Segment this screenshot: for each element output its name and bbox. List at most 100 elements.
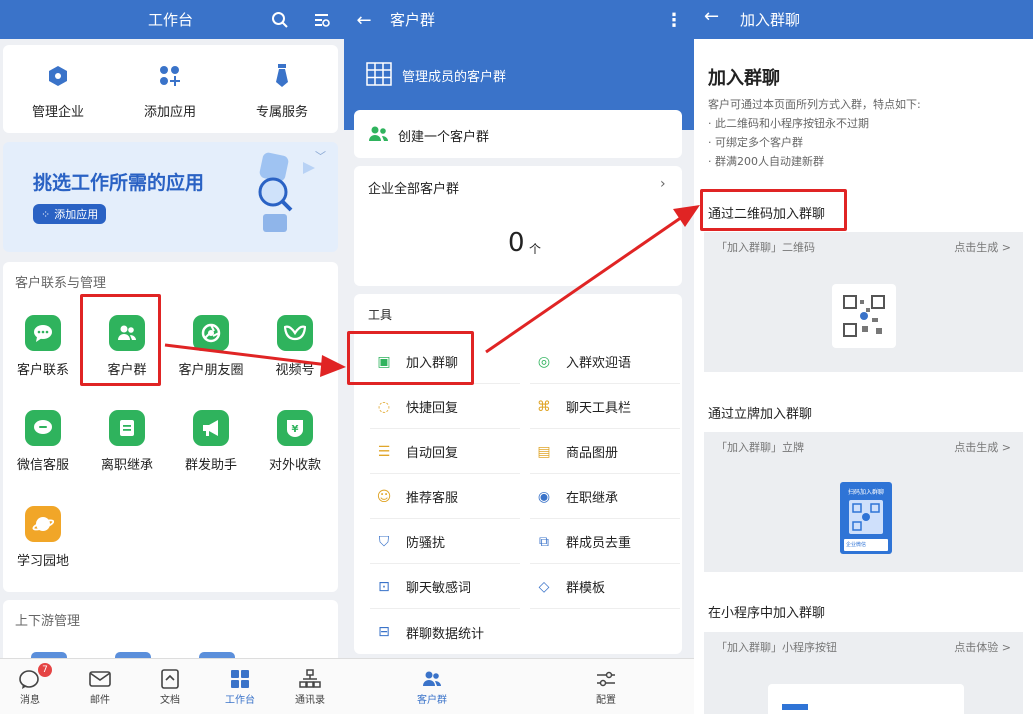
tool-group-template[interactable]: ◇ 群模板 bbox=[530, 565, 680, 609]
promo-banner[interactable]: 挑选工作所需的应用 ⁘ 添加应用 ﹀ bbox=[3, 142, 338, 252]
mini-program-row[interactable]: 「加入群聊」小程序按钮 点击体验 > bbox=[704, 632, 1023, 662]
tab-customer-group[interactable]: 客户群 bbox=[404, 667, 460, 706]
mini-program-button[interactable] bbox=[782, 704, 808, 710]
standee-row[interactable]: 「加入群聊」立牌 点击生成 > bbox=[704, 432, 1023, 462]
workbench-icon bbox=[212, 667, 268, 691]
sensitive-icon: ⊡ bbox=[378, 578, 390, 595]
standee-preview: 扫码加入群聊 企业微信 bbox=[704, 462, 1023, 572]
filter-settings-icon[interactable] bbox=[310, 8, 334, 32]
section-title: 客户联系与管理 bbox=[15, 276, 107, 291]
grid-table-icon bbox=[366, 61, 392, 87]
description: 客户可通过本页面所列方式入群，特点如下: bbox=[708, 98, 921, 111]
header-subtitle: 管理成员的客户群 bbox=[402, 70, 507, 85]
app-wechat-service[interactable]: 微信客服 bbox=[0, 410, 86, 473]
tool-auto-reply[interactable]: ☰ 自动回复 bbox=[370, 430, 520, 474]
back-arrow-icon[interactable]: ← bbox=[704, 6, 719, 27]
more-vertical-icon[interactable]: ⋮ bbox=[662, 8, 686, 32]
customer-group-panel: ← 客户群 ⋮ 管理成员的客户群 创建一个客户群 企业全部客户群 › 0 个 工… bbox=[344, 0, 694, 714]
banner-add-app-button[interactable]: ⁘ 添加应用 bbox=[33, 204, 107, 224]
qr-code-row[interactable]: 「加入群聊」二维码 点击生成 > bbox=[704, 232, 1023, 262]
planet-icon bbox=[25, 506, 61, 542]
yuan-shield-icon: ¥ bbox=[277, 410, 313, 446]
back-arrow-icon[interactable]: ← bbox=[352, 8, 376, 32]
tab-mail[interactable]: 邮件 bbox=[72, 667, 128, 706]
method-item: 「加入群聊」小程序按钮 bbox=[716, 641, 837, 654]
app-label: 客户朋友圈 bbox=[178, 363, 244, 378]
tools-title: 工具 bbox=[368, 308, 393, 322]
quick-actions-card: 管理企业 添加应用 专属服务 bbox=[3, 45, 338, 133]
tab-config[interactable]: 配置 bbox=[578, 667, 634, 706]
chevron-down-icon[interactable]: ﹀ bbox=[315, 148, 326, 164]
create-group-button[interactable]: 创建一个客户群 bbox=[354, 110, 682, 158]
inherit-icon: ◉ bbox=[537, 488, 551, 505]
page-title: 工作台 bbox=[148, 11, 194, 29]
app-customer-group[interactable]: 客户群 bbox=[84, 315, 170, 378]
tool-sensitive-words[interactable]: ⊡ 聊天敏感词 bbox=[370, 565, 520, 609]
settings-sliders-icon bbox=[578, 667, 634, 691]
grid-icon: ⁘ bbox=[41, 207, 51, 221]
page-title: 客户群 bbox=[390, 11, 436, 29]
app-customer-contact[interactable]: 客户联系 bbox=[0, 315, 86, 378]
tool-anti-harassment[interactable]: ⛉ 防骚扰 bbox=[370, 520, 520, 564]
app-label: 对外收款 bbox=[268, 458, 321, 473]
tool-label: 防骚扰 bbox=[406, 536, 446, 551]
generate-link[interactable]: 点击生成 > bbox=[954, 239, 1011, 255]
tie-icon bbox=[239, 63, 325, 89]
tool-join-group[interactable]: ▣ 加入群聊 bbox=[370, 340, 520, 384]
app-customer-moments[interactable]: 客户朋友圈 bbox=[168, 315, 254, 378]
join-group-panel: ← 加入群聊 加入群聊 客户可通过本页面所列方式入群，特点如下: · 此二维码和… bbox=[694, 0, 1033, 714]
welcome-icon: ◎ bbox=[537, 353, 551, 370]
tab-contacts[interactable]: 通讯录 bbox=[282, 667, 338, 706]
group-count: 0 bbox=[508, 228, 525, 258]
contacts-icon bbox=[282, 667, 338, 691]
auto-reply-icon: ☰ bbox=[377, 443, 391, 460]
tool-label: 商品图册 bbox=[566, 446, 619, 461]
tab-docs[interactable]: 文档 bbox=[142, 667, 198, 706]
tab-label: 工作台 bbox=[225, 695, 255, 706]
butterfly-icon bbox=[277, 315, 313, 351]
exclusive-service-button[interactable]: 专属服务 bbox=[239, 63, 325, 120]
tool-product-catalog[interactable]: ▤ 商品图册 bbox=[530, 430, 680, 474]
mini-program-preview bbox=[704, 662, 1023, 714]
workbench-panel: 工作台 管理企业 添加应用 专属服务 挑选工作所需的应用 ⁘ 添加应用 ﹀ 客户… bbox=[0, 0, 344, 714]
search-icon[interactable] bbox=[268, 8, 292, 32]
mini-program-card bbox=[768, 684, 964, 714]
app-label: 客户群 bbox=[107, 363, 147, 378]
app-resign-inherit[interactable]: 离职继承 bbox=[84, 410, 170, 473]
try-link[interactable]: 点击体验 > bbox=[954, 639, 1011, 655]
all-groups-label: 企业全部客户群 bbox=[368, 182, 460, 197]
tool-quick-reply[interactable]: ◌ 快捷回复 bbox=[370, 385, 520, 429]
generate-link[interactable]: 点击生成 > bbox=[954, 439, 1011, 455]
all-groups-card[interactable]: 企业全部客户群 › 0 个 bbox=[354, 166, 682, 286]
doc-icon bbox=[142, 667, 198, 691]
tool-chat-toolbar[interactable]: ⌘ 聊天工具栏 bbox=[530, 385, 680, 429]
create-group-label: 创建一个客户群 bbox=[398, 130, 490, 145]
tool-label: 群聊数据统计 bbox=[406, 626, 485, 642]
app-label: 微信客服 bbox=[16, 458, 69, 473]
tab-workbench[interactable]: 工作台 bbox=[212, 667, 268, 706]
banner-title: 挑选工作所需的应用 bbox=[33, 172, 205, 194]
qr-preview bbox=[704, 262, 1023, 372]
tool-recommend-service[interactable]: ☺ 推荐客服 bbox=[370, 475, 520, 519]
unread-badge: 7 bbox=[38, 663, 52, 677]
tool-group-stats[interactable]: ⊟ 群聊数据统计 bbox=[370, 610, 520, 654]
tool-member-dedupe[interactable]: ⧉ 群成员去重 bbox=[530, 520, 680, 564]
shield-icon: ⛉ bbox=[378, 533, 390, 550]
quick-reply-icon: ◌ bbox=[377, 398, 391, 415]
chat-dots-icon bbox=[25, 410, 61, 446]
app-mass-send[interactable]: 群发助手 bbox=[168, 410, 254, 473]
tool-on-job-inherit[interactable]: ◉ 在职继承 bbox=[530, 475, 680, 519]
app-external-payment[interactable]: ¥ 对外收款 bbox=[252, 410, 338, 473]
app-channels[interactable]: 视频号 bbox=[252, 315, 338, 378]
page-title: 加入群聊 bbox=[740, 11, 801, 29]
template-icon: ◇ bbox=[538, 578, 550, 595]
app-label: 群发助手 bbox=[184, 458, 237, 473]
tool-label: 加入群聊 bbox=[406, 356, 459, 371]
app-label: 学习园地 bbox=[16, 554, 69, 569]
exclusive-service-label: 专属服务 bbox=[255, 105, 308, 120]
add-app-button[interactable]: 添加应用 bbox=[127, 63, 213, 120]
tool-welcome-message[interactable]: ◎ 入群欢迎语 bbox=[530, 340, 680, 384]
manage-enterprise-button[interactable]: 管理企业 bbox=[15, 63, 101, 120]
tab-messages[interactable]: 消息 7 bbox=[2, 663, 58, 706]
app-learning[interactable]: 学习园地 bbox=[0, 506, 86, 569]
